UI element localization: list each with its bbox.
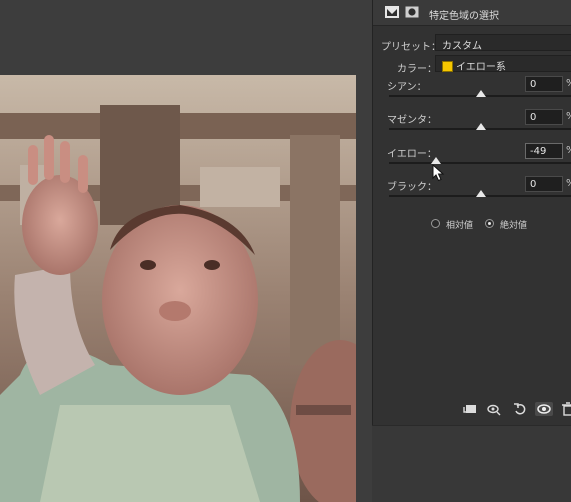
panel-bottom-area xyxy=(372,425,571,502)
slider-label: マゼンタ： xyxy=(387,115,437,126)
slider-value-field[interactable]: -49 xyxy=(525,143,563,159)
slider-thumb[interactable] xyxy=(475,123,486,130)
relative-label: 相対値 xyxy=(446,221,474,231)
slider-track[interactable] xyxy=(389,162,571,164)
mask-icon[interactable] xyxy=(405,6,419,18)
baby-photo xyxy=(0,75,356,502)
percent-unit: % xyxy=(566,111,571,122)
panel-title: 特定色域の選択 xyxy=(429,11,499,22)
document-canvas[interactable] xyxy=(0,0,372,502)
delete-icon[interactable] xyxy=(561,402,571,416)
slider-thumb[interactable] xyxy=(475,190,486,197)
mouse-pointer-icon xyxy=(432,164,445,182)
percent-unit: % xyxy=(566,178,571,189)
panel-toolbar xyxy=(373,398,571,420)
preset-label: プリセット： xyxy=(381,42,441,53)
slider-label: イエロー： xyxy=(387,149,437,160)
absolute-label: 絶対値 xyxy=(500,221,528,231)
slider-thumb[interactable] xyxy=(475,90,486,97)
color-value: イエロー系 xyxy=(456,62,506,73)
clip-to-layer-icon[interactable] xyxy=(463,402,477,416)
preset-value: カスタム xyxy=(442,41,482,52)
absolute-radio[interactable] xyxy=(485,219,494,228)
visibility-eye-icon[interactable] xyxy=(535,402,553,416)
color-label: カラー： xyxy=(397,64,437,75)
slider-label: シアン： xyxy=(387,82,427,93)
slider-value-field[interactable]: 0 xyxy=(525,109,563,125)
slider-thumb[interactable] xyxy=(430,157,441,164)
percent-unit: % xyxy=(566,78,571,89)
color-dropdown[interactable]: イエロー系 xyxy=(435,55,571,73)
properties-panel: 特定色域の選択 プリセット： カスタム カラー： イエロー系 相対値 絶対値 シ… xyxy=(372,0,571,425)
reset-icon[interactable] xyxy=(513,402,527,416)
panel-header: 特定色域の選択 xyxy=(373,0,571,26)
relative-radio[interactable] xyxy=(431,219,440,228)
slider-value-field[interactable]: 0 xyxy=(525,76,563,92)
adjustment-layer-icon[interactable] xyxy=(385,6,399,18)
percent-unit: % xyxy=(566,145,571,156)
color-swatch xyxy=(442,61,453,72)
preset-dropdown[interactable]: カスタム xyxy=(435,34,571,52)
slider-value-field[interactable]: 0 xyxy=(525,176,563,192)
slider-label: ブラック： xyxy=(387,182,437,193)
view-previous-state-icon[interactable] xyxy=(487,402,501,416)
